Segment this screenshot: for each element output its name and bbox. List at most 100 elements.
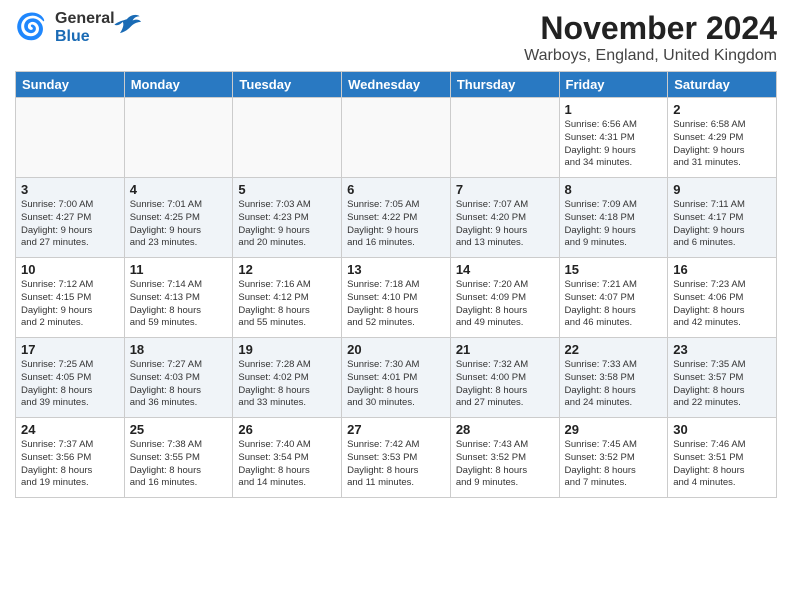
weekday-header-tuesday: Tuesday [233,72,342,98]
calendar-day-9: 9Sunrise: 7:11 AM Sunset: 4:17 PM Daylig… [668,178,777,258]
calendar-day-25: 25 Sunrise: 7:38 AM Sunset: 3:55 PM Dayli… [124,418,233,498]
logo-icon: 🌀 [15,10,51,46]
day-number: 9 [673,182,771,197]
calendar-day-11: 11 Sunrise: 7:14 AM Sunset: 4:13 PM Dayli… [124,258,233,338]
day-info: Sunrise: 7:40 AM Sunset: 3:54 PM Dayligh… [238,439,336,490]
day-number: 15 [565,262,663,277]
day-number: 3 [21,182,119,197]
day-info: Sunrise: 7:18 AM Sunset: 4:10 PM Dayligh… [347,279,445,330]
day-number: 19 [238,342,336,357]
day-info: Sunrise: 7:05 AM Sunset: 4:22 PM Dayligh… [347,199,445,250]
calendar-day-16: 16 Sunrise: 7:23 AM Sunset: 4:06 PM Dayli… [668,258,777,338]
day-number: 23 [673,342,771,357]
day-info: Sunrise: 7:14 AM Sunset: 4:13 PM Dayligh… [130,279,228,330]
calendar-week-row: 3 Sunrise: 7:00 AM Sunset: 4:27 PM Daylig… [16,178,777,258]
calendar-day-18: 18Sunrise: 7:27 AM Sunset: 4:03 PM Dayli… [124,338,233,418]
calendar-day-13: 13 Sunrise: 7:18 AM Sunset: 4:10 PM Dayli… [342,258,451,338]
day-number: 16 [673,262,771,277]
day-info: Sunrise: 7:27 AM Sunset: 4:03 PM Dayligh… [130,359,228,410]
day-number: 25 [130,422,228,437]
calendar-day-28: 28 Sunrise: 7:43 AM Sunset: 3:52 PM Dayli… [450,418,559,498]
calendar-day-6: 6 Sunrise: 7:05 AM Sunset: 4:22 PM Daylig… [342,178,451,258]
calendar-table: SundayMondayTuesdayWednesdayThursdayFrid… [15,71,777,498]
day-info: Sunrise: 7:37 AM Sunset: 3:56 PM Dayligh… [21,439,119,490]
calendar-day-empty [124,98,233,178]
calendar-day-24: 24 Sunrise: 7:37 AM Sunset: 3:56 PM Dayli… [16,418,125,498]
calendar-day-23: 23 Sunrise: 7:35 AM Sunset: 3:57 PM Dayli… [668,338,777,418]
weekday-header-wednesday: Wednesday [342,72,451,98]
day-number: 20 [347,342,445,357]
day-info: Sunrise: 7:23 AM Sunset: 4:06 PM Dayligh… [673,279,771,330]
logo: 🌀 General Blue [15,10,141,46]
calendar-day-8: 8Sunrise: 7:09 AM Sunset: 4:18 PM Daylig… [559,178,668,258]
day-number: 22 [565,342,663,357]
calendar-day-29: 29 Sunrise: 7:45 AM Sunset: 3:52 PM Dayli… [559,418,668,498]
calendar-header-row: SundayMondayTuesdayWednesdayThursdayFrid… [16,72,777,98]
calendar-day-14: 14 Sunrise: 7:20 AM Sunset: 4:09 PM Dayli… [450,258,559,338]
svg-text:🌀: 🌀 [15,11,46,41]
day-number: 13 [347,262,445,277]
day-info: Sunrise: 7:21 AM Sunset: 4:07 PM Dayligh… [565,279,663,330]
weekday-header-sunday: Sunday [16,72,125,98]
calendar-day-19: 19 Sunrise: 7:28 AM Sunset: 4:02 PM Dayli… [233,338,342,418]
calendar-day-4: 4 Sunrise: 7:01 AM Sunset: 4:25 PM Daylig… [124,178,233,258]
calendar-day-3: 3 Sunrise: 7:00 AM Sunset: 4:27 PM Daylig… [16,178,125,258]
location-title: Warboys, England, United Kingdom [524,47,777,65]
day-info: Sunrise: 7:00 AM Sunset: 4:27 PM Dayligh… [21,199,119,250]
calendar-day-empty [16,98,125,178]
logo-blue-text: Blue [55,28,115,46]
day-info: Sunrise: 7:45 AM Sunset: 3:52 PM Dayligh… [565,439,663,490]
day-info: Sunrise: 7:20 AM Sunset: 4:09 PM Dayligh… [456,279,554,330]
day-info: Sunrise: 7:35 AM Sunset: 3:57 PM Dayligh… [673,359,771,410]
day-number: 26 [238,422,336,437]
calendar-day-15: 15 Sunrise: 7:21 AM Sunset: 4:07 PM Dayli… [559,258,668,338]
day-info: Sunrise: 7:46 AM Sunset: 3:51 PM Dayligh… [673,439,771,490]
logo-name: General Blue [55,10,115,45]
day-number: 12 [238,262,336,277]
weekday-header-friday: Friday [559,72,668,98]
day-number: 2 [673,102,771,117]
day-number: 14 [456,262,554,277]
calendar-day-7: 7 Sunrise: 7:07 AM Sunset: 4:20 PM Daylig… [450,178,559,258]
day-number: 17 [21,342,119,357]
day-info: Sunrise: 7:12 AM Sunset: 4:15 PM Dayligh… [21,279,119,330]
day-info: Sunrise: 7:33 AM Sunset: 3:58 PM Dayligh… [565,359,663,410]
day-info: Sunrise: 6:58 AM Sunset: 4:29 PM Dayligh… [673,119,771,170]
day-number: 24 [21,422,119,437]
day-number: 1 [565,102,663,117]
day-number: 7 [456,182,554,197]
calendar-week-row: 1 Sunrise: 6:56 AM Sunset: 4:31 PM Daylig… [16,98,777,178]
day-number: 4 [130,182,228,197]
day-info: Sunrise: 7:03 AM Sunset: 4:23 PM Dayligh… [238,199,336,250]
day-number: 30 [673,422,771,437]
calendar-day-5: 5 Sunrise: 7:03 AM Sunset: 4:23 PM Daylig… [233,178,342,258]
day-info: Sunrise: 6:56 AM Sunset: 4:31 PM Dayligh… [565,119,663,170]
page-container: 🌀 General Blue November 2024 Warboys, En… [0,0,792,612]
title-section: November 2024 Warboys, England, United K… [524,10,777,65]
day-number: 28 [456,422,554,437]
calendar-day-27: 27Sunrise: 7:42 AM Sunset: 3:53 PM Dayli… [342,418,451,498]
calendar-day-20: 20Sunrise: 7:30 AM Sunset: 4:01 PM Dayli… [342,338,451,418]
day-number: 8 [565,182,663,197]
calendar-day-30: 30 Sunrise: 7:46 AM Sunset: 3:51 PM Dayli… [668,418,777,498]
day-info: Sunrise: 7:43 AM Sunset: 3:52 PM Dayligh… [456,439,554,490]
day-number: 5 [238,182,336,197]
day-info: Sunrise: 7:01 AM Sunset: 4:25 PM Dayligh… [130,199,228,250]
day-number: 11 [130,262,228,277]
day-info: Sunrise: 7:38 AM Sunset: 3:55 PM Dayligh… [130,439,228,490]
day-number: 6 [347,182,445,197]
bird-icon [113,13,141,35]
header: 🌀 General Blue November 2024 Warboys, En… [15,10,777,65]
day-info: Sunrise: 7:07 AM Sunset: 4:20 PM Dayligh… [456,199,554,250]
day-number: 10 [21,262,119,277]
day-number: 27 [347,422,445,437]
calendar-week-row: 24 Sunrise: 7:37 AM Sunset: 3:56 PM Dayli… [16,418,777,498]
calendar-day-empty [450,98,559,178]
day-number: 29 [565,422,663,437]
calendar-day-empty [233,98,342,178]
day-info: Sunrise: 7:28 AM Sunset: 4:02 PM Dayligh… [238,359,336,410]
calendar-day-10: 10 Sunrise: 7:12 AM Sunset: 4:15 PM Dayli… [16,258,125,338]
calendar-week-row: 17Sunrise: 7:25 AM Sunset: 4:05 PM Dayli… [16,338,777,418]
calendar-day-1: 1 Sunrise: 6:56 AM Sunset: 4:31 PM Daylig… [559,98,668,178]
calendar-day-26: 26 Sunrise: 7:40 AM Sunset: 3:54 PM Dayli… [233,418,342,498]
